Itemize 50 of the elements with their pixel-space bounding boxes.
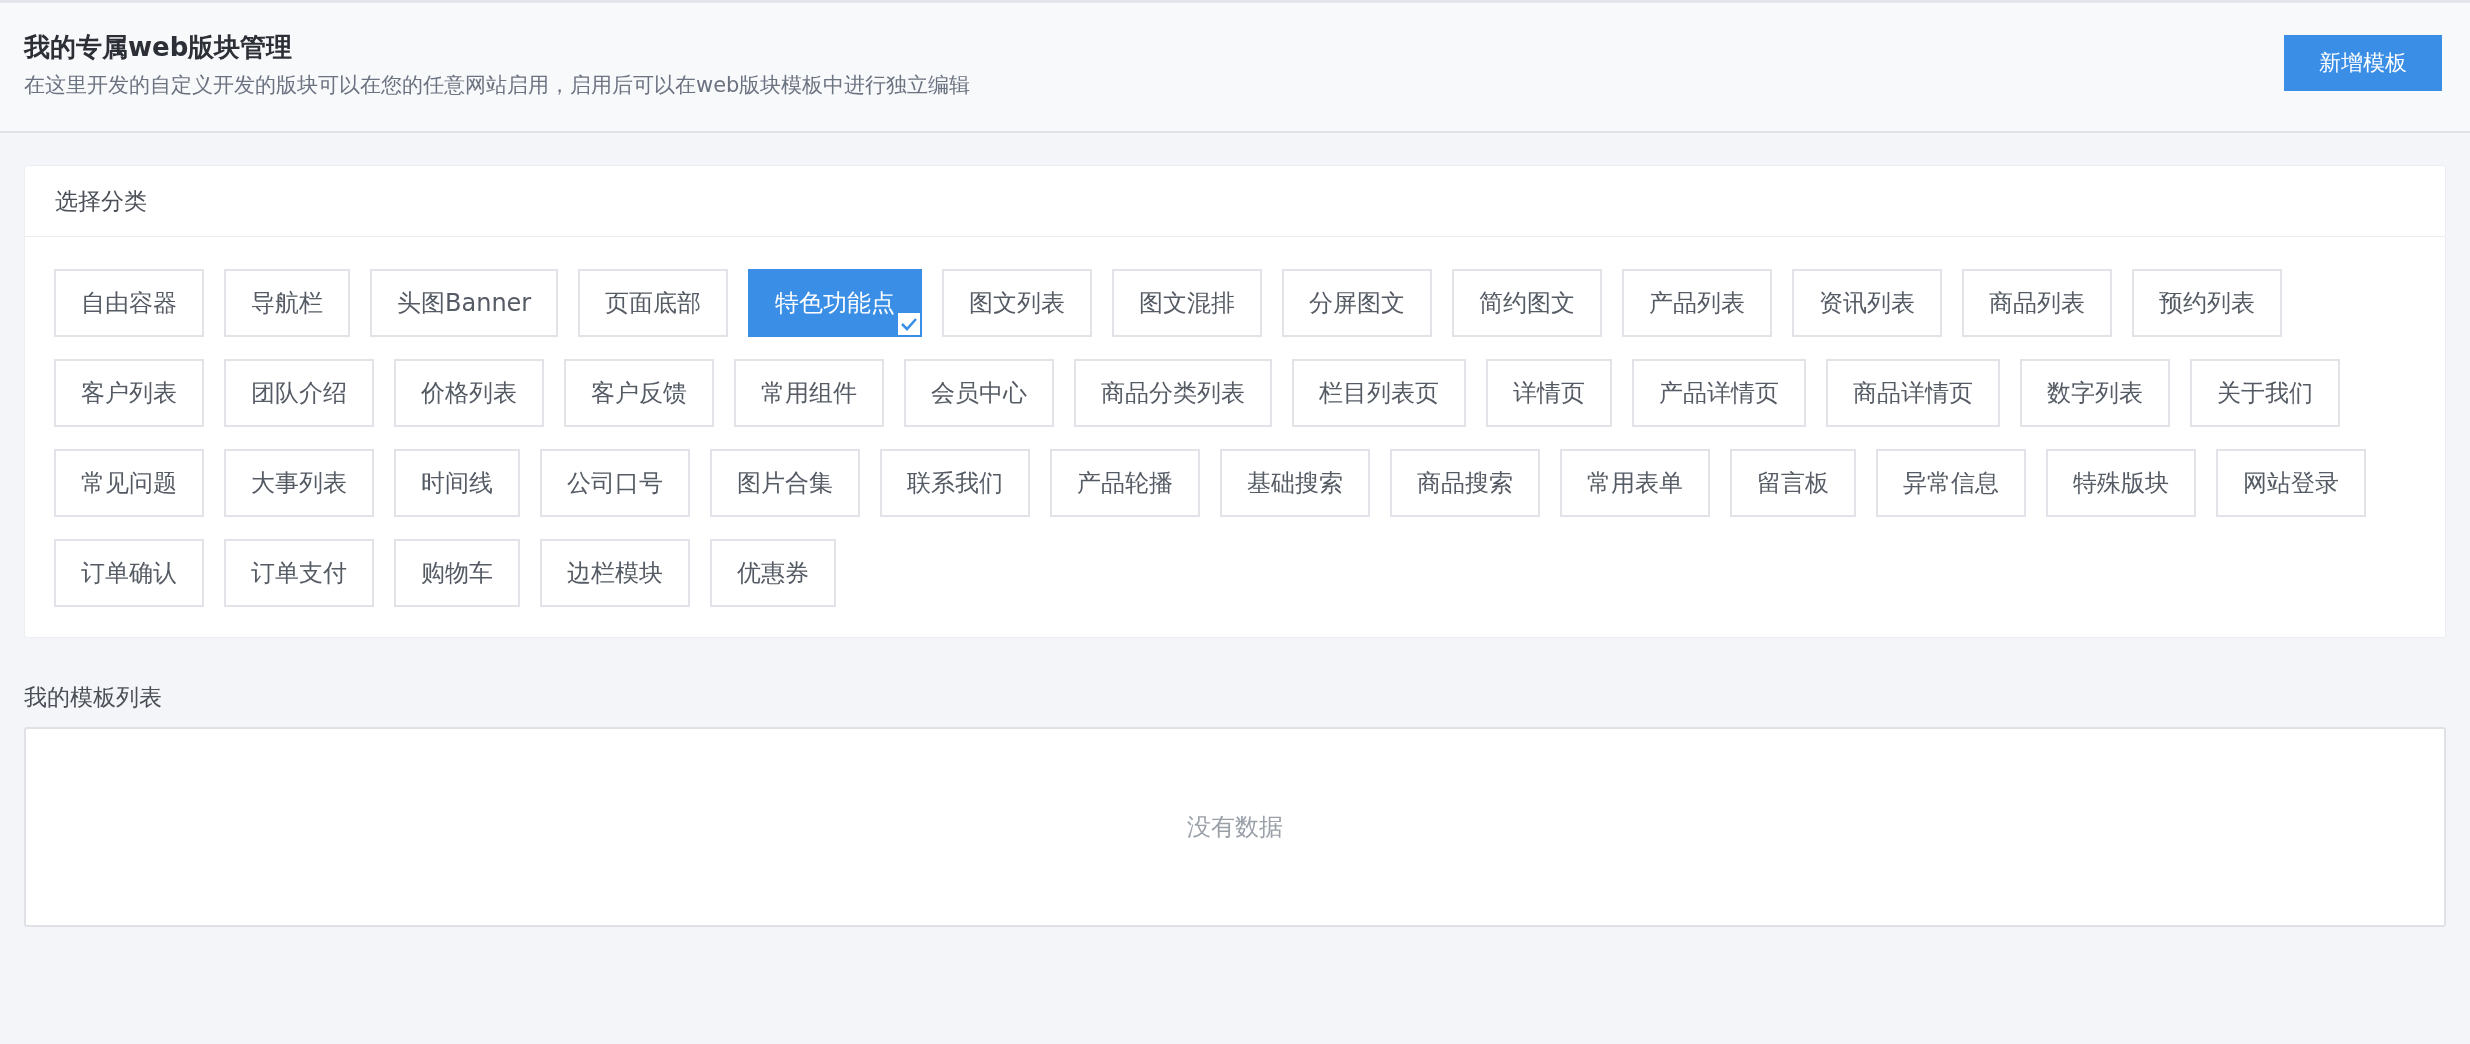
category-tag[interactable]: 关于我们	[2190, 359, 2340, 427]
category-tag[interactable]: 图文列表	[942, 269, 1093, 337]
category-tag[interactable]: 图文混排	[1112, 269, 1263, 337]
category-tag[interactable]: 边栏模块	[540, 539, 690, 607]
category-tag[interactable]: 常用表单	[1560, 449, 1710, 517]
category-tag[interactable]: 购物车	[394, 539, 520, 607]
category-tag[interactable]: 简约图文	[1452, 269, 1603, 337]
page-subtitle: 在这里开发的自定义开发的版块可以在您的任意网站启用，启用后可以在web版块模板中进行独立编辑	[24, 71, 971, 99]
category-tag[interactable]: 导航栏	[224, 269, 350, 337]
category-tag[interactable]: 商品搜索	[1390, 449, 1540, 517]
category-tag[interactable]: 预约列表	[2132, 269, 2283, 337]
category-tag[interactable]: 产品列表	[1622, 269, 1773, 337]
category-tag[interactable]: 数字列表	[2020, 359, 2170, 427]
category-tag[interactable]: 团队介绍	[224, 359, 374, 427]
category-tag[interactable]: 订单确认	[54, 539, 204, 607]
category-tag[interactable]: 公司口号	[540, 449, 690, 517]
category-tag[interactable]: 价格列表	[394, 359, 544, 427]
category-tag[interactable]: 优惠券	[710, 539, 836, 607]
check-icon	[898, 313, 921, 335]
category-tag[interactable]: 订单支付	[224, 539, 374, 607]
category-tag[interactable]: 分屏图文	[1282, 269, 1433, 337]
card-title: 选择分类	[25, 166, 2445, 237]
category-tag[interactable]: 自由容器	[54, 269, 204, 337]
category-tag[interactable]: 商品列表	[1962, 269, 2113, 337]
empty-message: 没有数据	[1187, 812, 1283, 843]
category-tag[interactable]: 大事列表	[224, 449, 374, 517]
category-tag[interactable]: 商品分类列表	[1074, 359, 1272, 427]
category-tag[interactable]: 资讯列表	[1792, 269, 1943, 337]
category-tag[interactable]: 客户列表	[54, 359, 204, 427]
category-tag[interactable]: 基础搜索	[1220, 449, 1370, 517]
category-tag[interactable]: 时间线	[394, 449, 520, 517]
category-tag[interactable]: 头图Banner	[370, 269, 559, 337]
section-title: 我的模板列表	[24, 683, 163, 712]
category-tag[interactable]: 图片合集	[710, 449, 860, 517]
category-tag[interactable]: 产品详情页	[1632, 359, 1806, 427]
category-tag[interactable]: 联系我们	[880, 449, 1030, 517]
category-tag[interactable]: 商品详情页	[1826, 359, 2000, 427]
category-tag[interactable]: 详情页	[1486, 359, 1612, 427]
category-tag[interactable]: 特殊版块	[2046, 449, 2196, 517]
category-tag[interactable]: 网站登录	[2216, 449, 2366, 517]
category-tag[interactable]: 栏目列表页	[1292, 359, 1466, 427]
category-tag[interactable]: 会员中心	[904, 359, 1054, 427]
page-title: 我的专属web版块管理	[24, 30, 294, 64]
category-tag[interactable]: 常见问题	[54, 449, 204, 517]
category-tag[interactable]: 页面底部	[578, 269, 729, 337]
category-tag[interactable]: 产品轮播	[1050, 449, 1200, 517]
category-tag[interactable]: 异常信息	[1876, 449, 2026, 517]
category-tag[interactable]: 客户反馈	[564, 359, 714, 427]
category-tag[interactable]: 常用组件	[734, 359, 884, 427]
category-tag[interactable]: 留言板	[1730, 449, 1856, 517]
